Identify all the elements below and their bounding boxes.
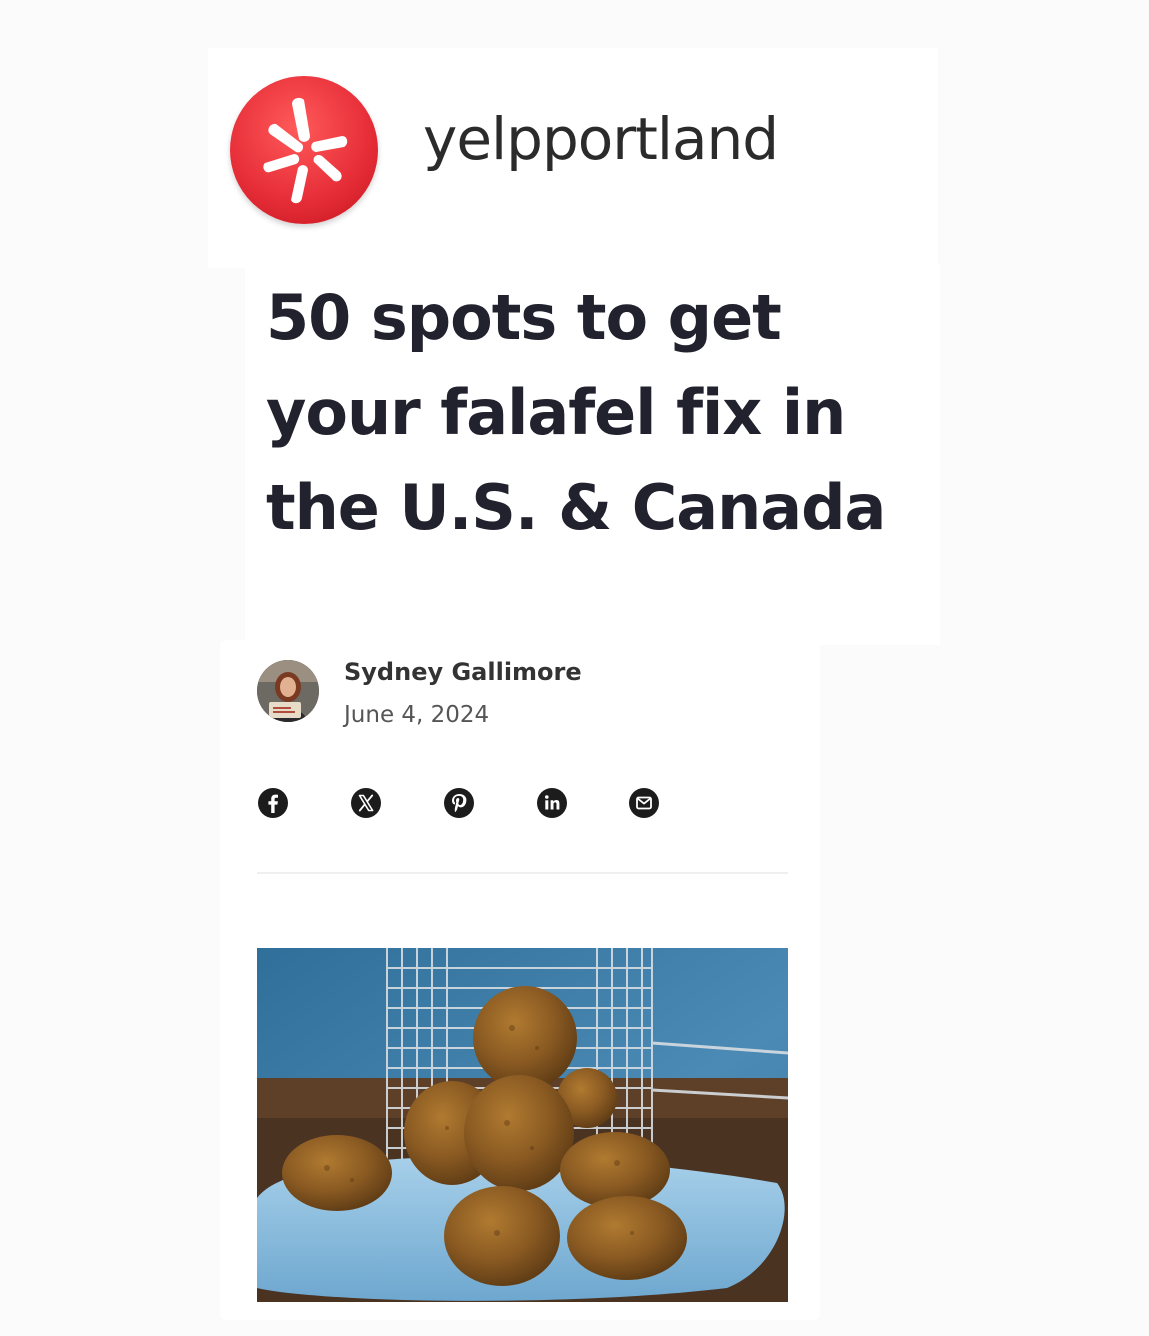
linkedin-icon <box>537 788 567 818</box>
yelp-logo[interactable] <box>230 76 378 224</box>
yelp-burst-icon <box>263 97 348 204</box>
hero-image[interactable] <box>257 948 788 1302</box>
share-pinterest-button[interactable] <box>443 787 475 819</box>
author-avatar[interactable] <box>257 660 319 722</box>
pinterest-icon <box>444 788 474 818</box>
author-photo <box>257 660 319 722</box>
publish-date: June 4, 2024 <box>344 702 490 728</box>
falafel-photo <box>257 948 788 1302</box>
share-facebook-button[interactable] <box>257 787 289 819</box>
divider <box>257 872 788 874</box>
email-icon <box>629 788 659 818</box>
facebook-icon <box>258 788 288 818</box>
brand-name[interactable]: yelpportland <box>423 110 779 168</box>
share-linkedin-button[interactable] <box>536 787 568 819</box>
share-email-button[interactable] <box>628 787 660 819</box>
author-name[interactable]: Sydney Gallimore <box>344 658 582 686</box>
x-icon <box>351 788 381 818</box>
share-x-button[interactable] <box>350 787 382 819</box>
article-title: 50 spots to get your falafel fix in the … <box>266 281 886 544</box>
